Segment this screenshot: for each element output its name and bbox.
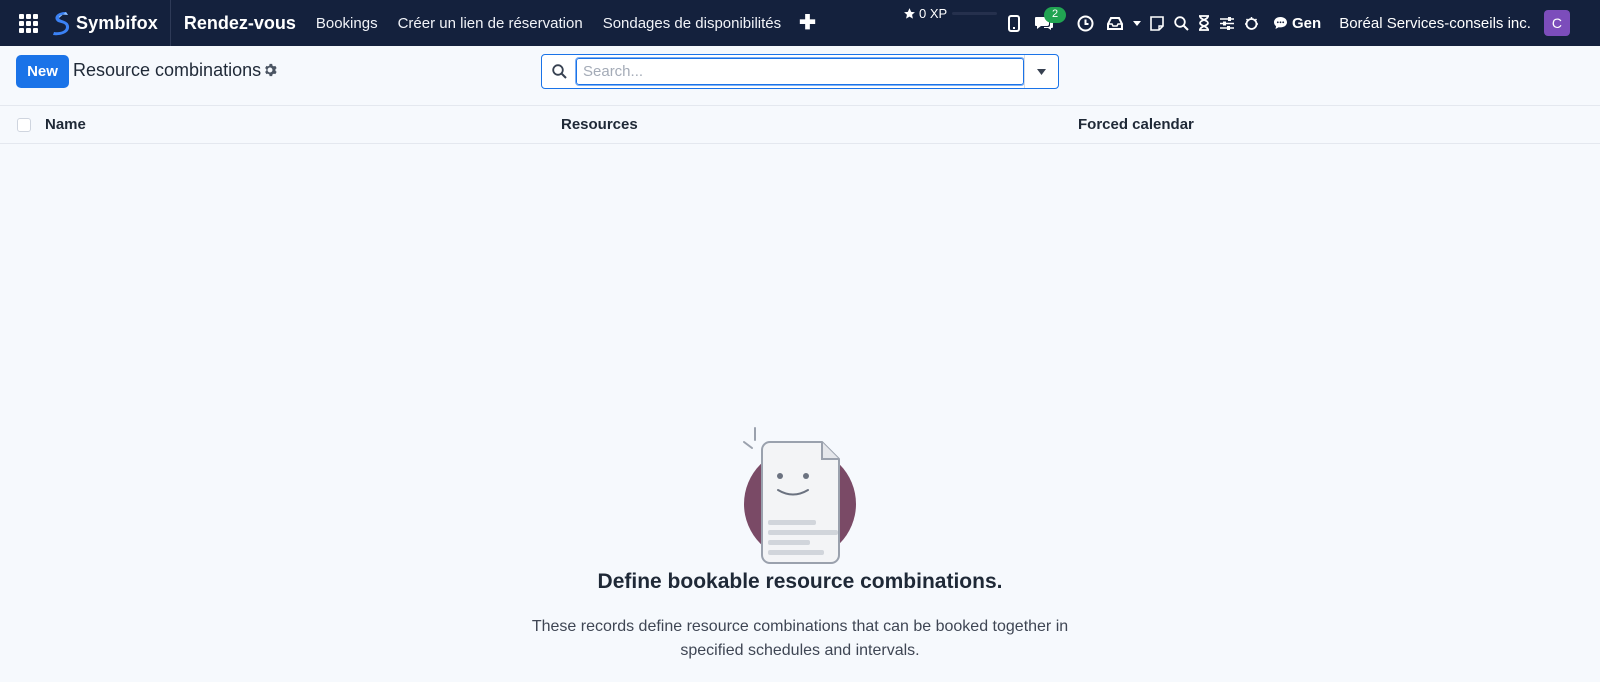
chat-channel-label: Gen — [1292, 14, 1322, 32]
top-navbar: Symbifox Rendez-vous Bookings Créer un l… — [0, 0, 1600, 46]
hourglass-icon[interactable] — [1197, 15, 1211, 31]
chat-channel-button[interactable]: Gen — [1273, 15, 1321, 32]
activity-clock-icon[interactable] — [1075, 15, 1095, 32]
star-icon — [904, 8, 915, 19]
select-all-checkbox[interactable] — [17, 118, 31, 132]
column-header-resources[interactable]: Resources — [561, 116, 638, 133]
chat-bubble-icon — [1274, 17, 1287, 29]
brand-name: Symbifox — [76, 12, 158, 33]
empty-document-illustration-icon — [743, 427, 856, 564]
brand-logo-icon — [53, 12, 70, 36]
plus-icon[interactable]: ✚ — [799, 13, 816, 33]
page-title[interactable]: Resource combinations — [73, 60, 261, 81]
list-header: Name Resources Forced calendar — [0, 106, 1600, 144]
messages-icon[interactable]: 2 — [1033, 7, 1066, 31]
search-icon — [542, 64, 576, 79]
sliders-icon[interactable] — [1219, 16, 1235, 30]
systray: 2 Gen Boréal Services-conseils inc. C — [1005, 0, 1570, 46]
menu-item-booking-link[interactable]: Créer un lien de réservation — [398, 15, 583, 32]
empty-state-title: Define bookable resource combinations. — [597, 570, 1003, 593]
search-icon[interactable] — [1173, 15, 1189, 31]
empty-state-description: These records define resource combinatio… — [531, 618, 1069, 659]
company-switcher[interactable]: Boréal Services-conseils inc. — [1339, 15, 1531, 32]
gear-icon[interactable] — [263, 63, 277, 77]
column-header-forced-calendar[interactable]: Forced calendar — [1078, 116, 1194, 133]
note-icon[interactable] — [1149, 15, 1165, 31]
mobile-icon[interactable] — [1005, 14, 1023, 32]
search-options-toggle[interactable] — [1024, 55, 1058, 88]
apps-grid-icon — [18, 13, 38, 33]
menu-item-availability-polls[interactable]: Sondages de disponibilités — [603, 15, 781, 32]
menu-item-bookings[interactable]: Bookings — [316, 15, 378, 32]
messages-count-badge: 2 — [1044, 7, 1066, 23]
user-avatar[interactable]: C — [1543, 10, 1570, 36]
xp-progress-bar — [952, 12, 997, 15]
control-panel: New Resource combinations — [0, 46, 1600, 106]
caret-down-icon — [1037, 68, 1046, 75]
nav-menu: Bookings Créer un lien de réservation So… — [316, 13, 816, 33]
caret-down-icon[interactable] — [1131, 20, 1143, 26]
inbox-icon[interactable] — [1105, 16, 1125, 30]
search-input[interactable] — [575, 57, 1025, 86]
column-header-name[interactable]: Name — [45, 116, 86, 133]
app-menu-button[interactable] — [15, 0, 41, 46]
bug-icon[interactable] — [1243, 16, 1259, 31]
xp-label: 0 XP — [919, 6, 948, 21]
module-name[interactable]: Rendez-vous — [184, 13, 296, 34]
search-bar — [541, 54, 1059, 89]
xp-indicator[interactable]: 0 XP — [903, 6, 947, 21]
new-button[interactable]: New — [16, 55, 69, 88]
brand[interactable]: Symbifox — [50, 0, 171, 46]
